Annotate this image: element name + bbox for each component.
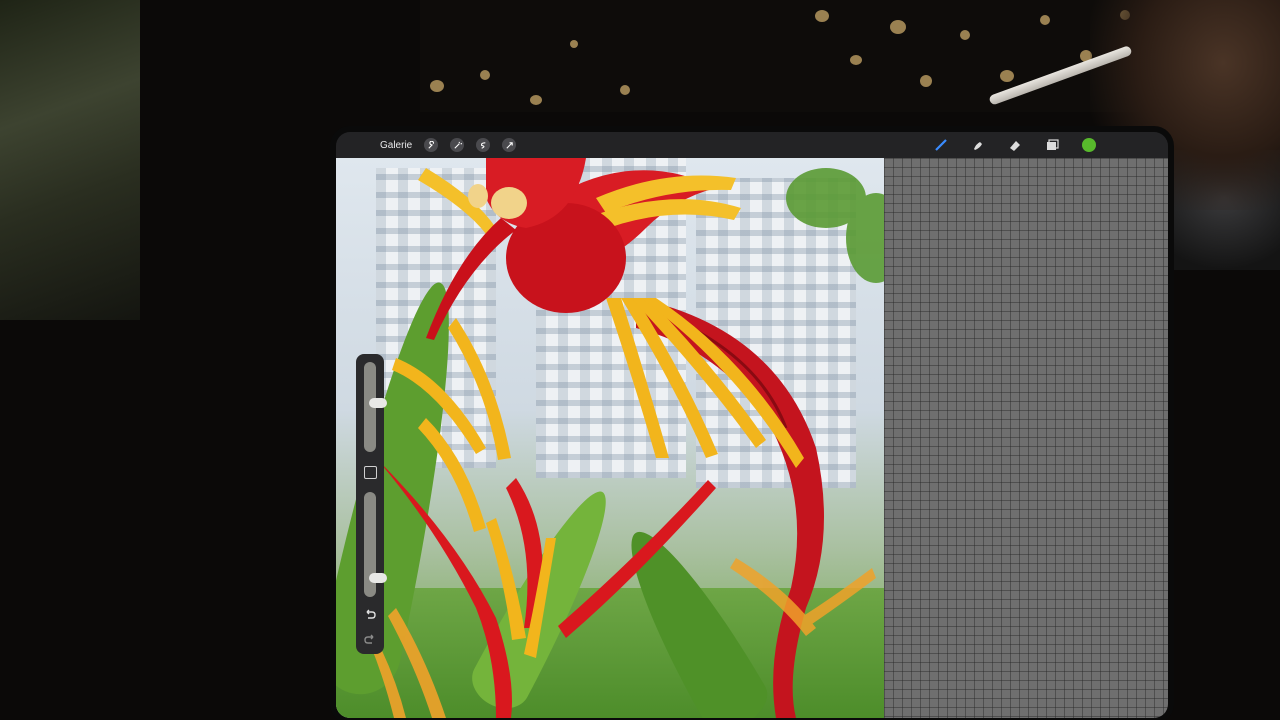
opacity-slider-thumb[interactable]	[369, 572, 387, 583]
top-toolbar: Galerie	[336, 132, 1168, 158]
brush-size-slider-thumb[interactable]	[369, 398, 387, 408]
tablet-screen: Galerie	[336, 132, 1168, 718]
color-picker-swatch[interactable]	[1082, 138, 1096, 152]
smudge-icon[interactable]	[970, 137, 986, 153]
transform-icon[interactable]	[502, 138, 517, 152]
left-sidebar	[356, 354, 387, 654]
reference-grid-panel	[884, 158, 1168, 718]
eraser-icon[interactable]	[1007, 137, 1023, 153]
phoenix-bird-illustration	[370, 158, 906, 718]
background-window-city-lights	[420, 0, 1140, 112]
drawing-canvas[interactable]	[336, 158, 916, 718]
background-foliage	[0, 0, 140, 320]
modify-button[interactable]	[364, 466, 377, 479]
opacity-slider[interactable]	[364, 492, 387, 597]
layers-icon[interactable]	[1044, 137, 1060, 153]
gallery-button[interactable]: Galerie	[380, 140, 412, 151]
wrench-icon[interactable]	[424, 138, 439, 152]
brush-icon[interactable]	[933, 137, 949, 153]
magic-wand-icon[interactable]	[450, 138, 465, 152]
brush-size-slider[interactable]	[364, 362, 387, 452]
redo-icon[interactable]	[363, 633, 377, 647]
selection-icon[interactable]	[476, 138, 491, 152]
undo-icon[interactable]	[363, 608, 377, 622]
